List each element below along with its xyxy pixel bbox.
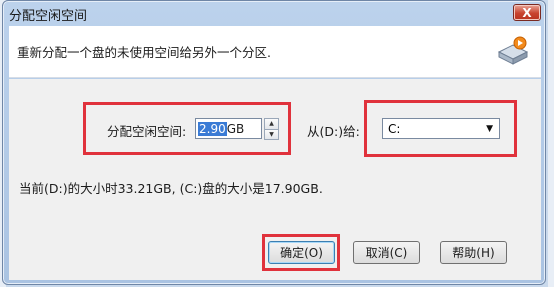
- title-bar: 分配空闲空间 X: [3, 1, 545, 25]
- allocate-space-dialog: 分配空闲空间 X 重新分配一个盘的未使用空间给另外一个分区. 分配空闲空间: 2…: [2, 0, 546, 285]
- close-button[interactable]: X: [513, 4, 541, 21]
- close-icon: X: [522, 5, 532, 20]
- window-title: 分配空闲空间: [9, 9, 88, 24]
- header-description: 重新分配一个盘的未使用空间给另外一个分区.: [17, 45, 271, 60]
- spin-up-button[interactable]: ▲: [264, 118, 279, 130]
- size-unit: GB: [226, 121, 245, 136]
- size-info-text: 当前(D:)的大小时33.21GB, (C:)盘的大小是17.90GB.: [19, 181, 323, 196]
- size-value: 2.90: [198, 121, 227, 136]
- dialog-content: 分配空闲空间: 2.90 GB ▲ ▼ 从(D:)给: C: ▼ 当前(D:)的…: [9, 79, 541, 280]
- target-drive-value: C:: [388, 121, 401, 136]
- from-drive-label: 从(D:)给:: [307, 124, 360, 139]
- help-button[interactable]: 帮助(H): [440, 241, 507, 264]
- ok-button[interactable]: 确定(O): [268, 241, 335, 264]
- triangle-down-icon: ▼: [269, 130, 274, 138]
- dropdown-arrow-icon: ▼: [486, 124, 493, 134]
- target-drive-select[interactable]: C: ▼: [382, 118, 500, 139]
- size-spinner[interactable]: ▲ ▼: [264, 118, 279, 140]
- size-input[interactable]: 2.90 GB: [195, 118, 262, 139]
- cancel-button[interactable]: 取消(C): [353, 241, 420, 264]
- disk-partition-icon: [497, 36, 529, 65]
- size-label: 分配空闲空间:: [107, 124, 187, 139]
- background-edge-right: [548, 0, 554, 287]
- triangle-up-icon: ▲: [269, 120, 274, 128]
- spin-down-button[interactable]: ▼: [264, 129, 279, 140]
- dialog-header: 重新分配一个盘的未使用空间给另外一个分区.: [9, 26, 541, 78]
